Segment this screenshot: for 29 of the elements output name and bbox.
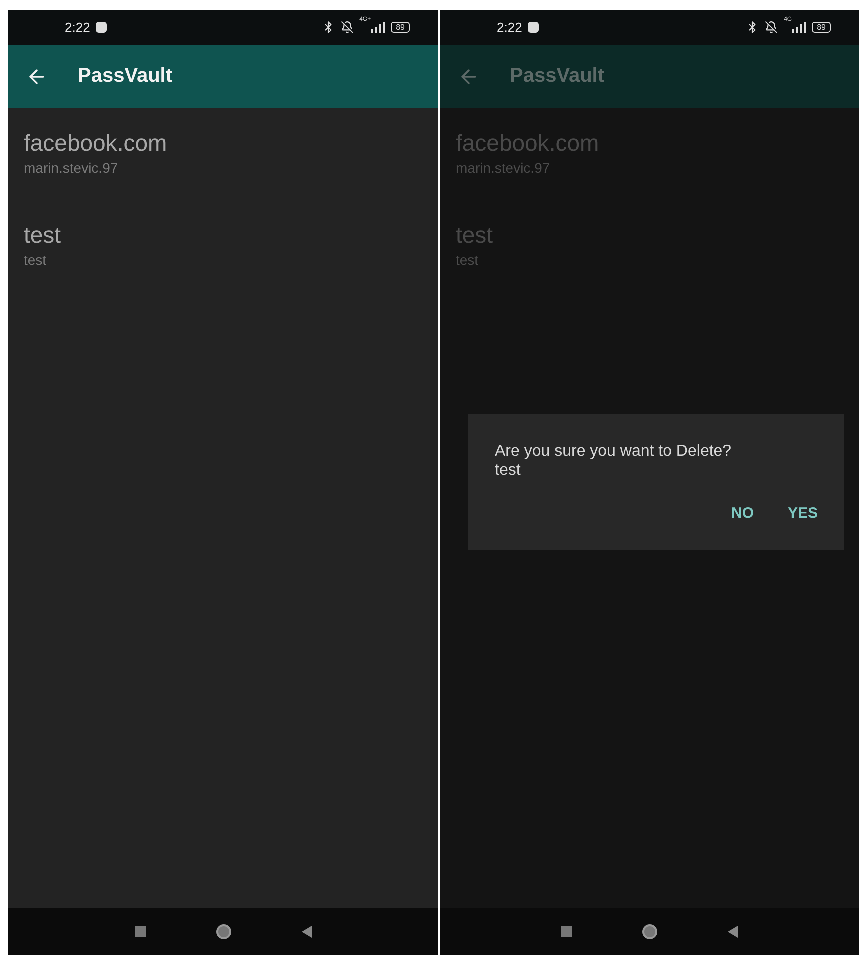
entry-username: marin.stevic.97 (24, 160, 118, 176)
home-icon[interactable] (216, 924, 232, 940)
recents-icon[interactable] (134, 926, 146, 937)
status-time: 2:22 (65, 20, 90, 35)
entry-username: test (456, 252, 479, 268)
dialog-button[interactable]: NO (723, 501, 762, 526)
app-title: PassVault (510, 65, 605, 88)
entry-username: test (24, 252, 47, 268)
battery-level: 89 (812, 22, 831, 33)
signal-icon (371, 22, 386, 33)
entry-site: facebook.com (24, 130, 168, 157)
bell-off-icon (765, 21, 778, 34)
bell-off-icon (340, 21, 354, 34)
dialog-message: Are you sure you want to Delete? (495, 442, 733, 461)
password-entry[interactable]: facebook.com marin.stevic.97 (8, 130, 438, 222)
entry-username: marin.stevic.97 (456, 160, 550, 176)
battery-level: 89 (391, 22, 410, 33)
signal-icon (792, 22, 806, 33)
home-icon[interactable] (642, 924, 658, 940)
dialog-item-name: test (495, 461, 522, 480)
password-entry[interactable]: test test (8, 222, 438, 314)
app-title: PassVault (78, 65, 173, 88)
notification-icon (528, 22, 540, 33)
notification-icon (96, 22, 108, 33)
dialog-button[interactable]: YES (780, 501, 826, 526)
back-nav-icon[interactable] (302, 926, 312, 938)
entry-site: test (24, 222, 62, 249)
back-nav-icon[interactable] (728, 926, 738, 938)
status-time: 2:22 (497, 20, 522, 35)
